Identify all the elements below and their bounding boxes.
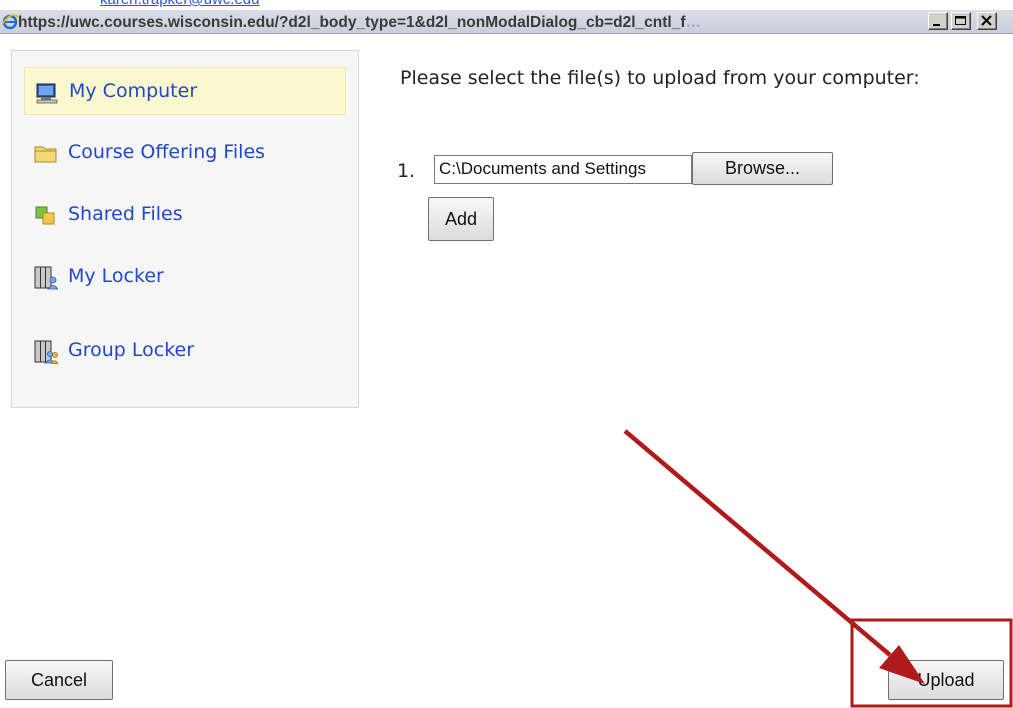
browse-button[interactable]: Browse... — [692, 152, 833, 185]
close-button[interactable] — [977, 12, 997, 30]
minimize-icon — [933, 24, 940, 26]
sidebar-item-label: Shared Files — [68, 203, 183, 225]
locker-icon — [34, 266, 58, 290]
minimize-button[interactable] — [928, 12, 948, 30]
upload-button[interactable]: Upload — [888, 660, 1004, 700]
source-sidebar: My Computer Course Offering Files Shared… — [11, 50, 359, 408]
sidebar-item-label: My Locker — [68, 265, 164, 287]
close-icon — [981, 15, 992, 26]
ie-icon — [1, 14, 19, 30]
sidebar-item-group-locker[interactable]: Group Locker — [24, 327, 346, 375]
cancel-button[interactable]: Cancel — [5, 660, 113, 700]
group-locker-icon — [34, 340, 58, 364]
sidebar-item-label: Course Offering Files — [68, 141, 266, 163]
add-file-button[interactable]: Add — [428, 197, 494, 241]
file-path-input[interactable]: C:\Documents and Settings — [434, 155, 692, 184]
file-row-number: 1. — [397, 160, 416, 182]
sidebar-item-label: Group Locker — [68, 339, 195, 361]
folder-icon — [34, 146, 57, 163]
background-link-text: karen.trapker@uwc.edu — [100, 0, 259, 8]
window-title: https://uwc.courses.wisconsin.edu/?d2l_b… — [18, 14, 701, 31]
sidebar-item-my-locker[interactable]: My Locker — [24, 253, 346, 301]
annotation-arrow — [623, 429, 892, 657]
shared-files-icon — [35, 206, 55, 225]
sidebar-item-my-computer[interactable]: My Computer — [24, 67, 346, 115]
maximize-button[interactable] — [951, 12, 971, 30]
sidebar-item-label: My Computer — [69, 80, 198, 102]
sidebar-item-course-offering-files[interactable]: Course Offering Files — [24, 129, 346, 177]
maximize-icon — [955, 16, 966, 25]
upload-instructions: Please select the file(s) to upload from… — [400, 67, 920, 89]
computer-icon — [36, 83, 58, 104]
window-titlebar: https://uwc.courses.wisconsin.edu/?d2l_b… — [0, 10, 1013, 34]
sidebar-item-shared-files[interactable]: Shared Files — [24, 191, 346, 239]
